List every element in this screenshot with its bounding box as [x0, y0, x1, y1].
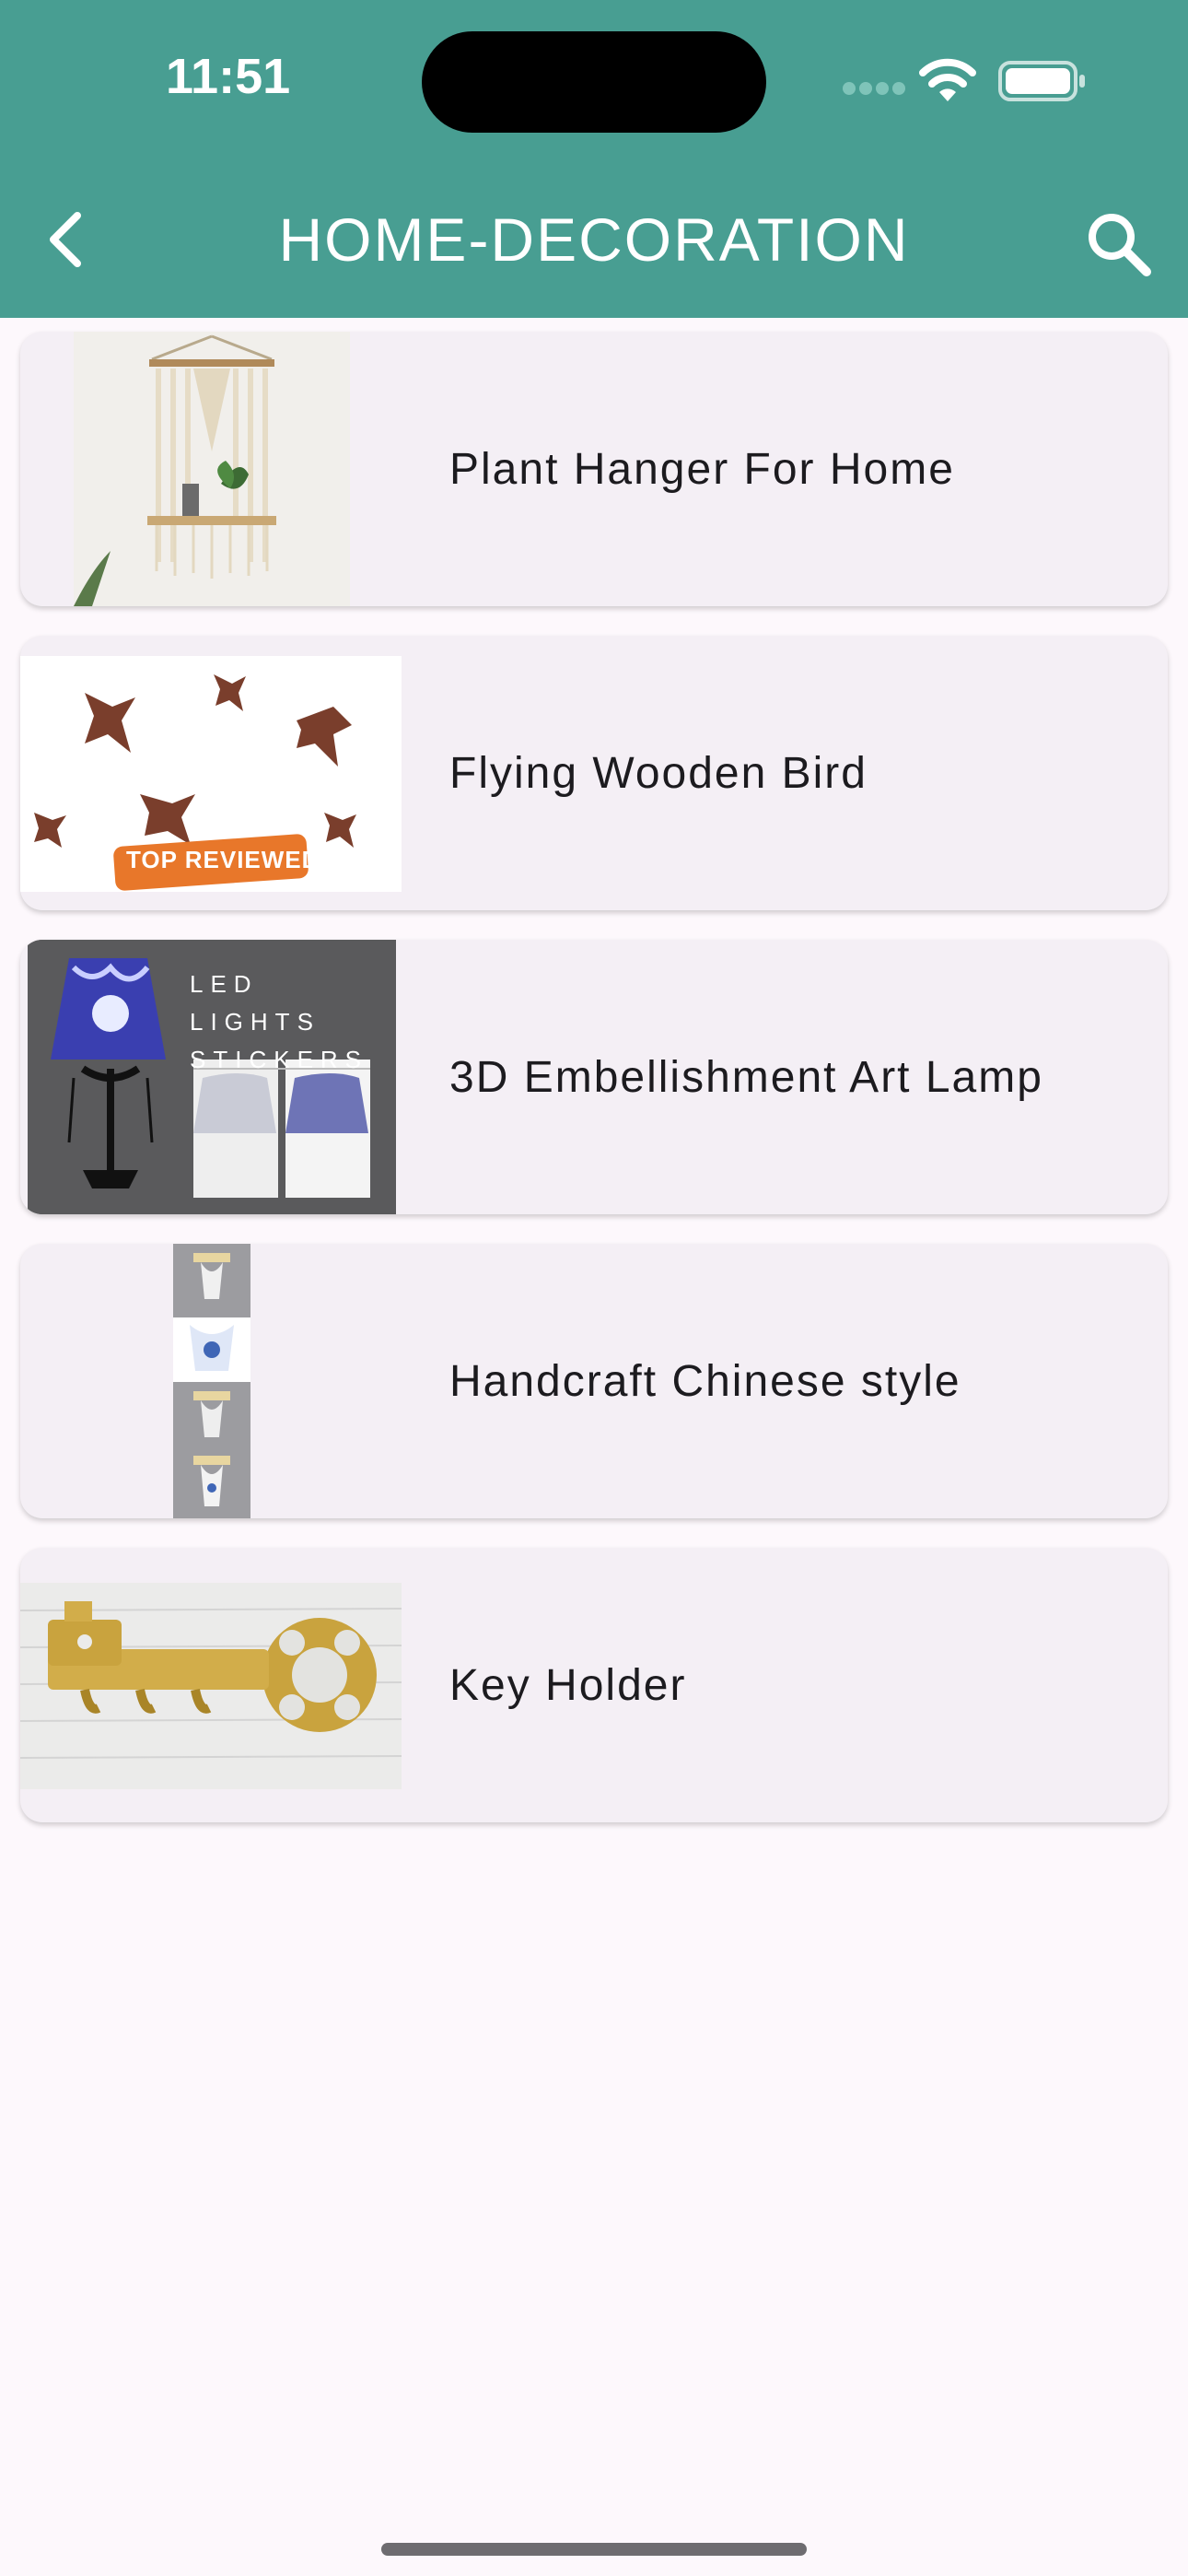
list-item[interactable]: Handcraft Chinese style [20, 1244, 1168, 1518]
dynamic-island [422, 31, 766, 133]
cellular-signal-icon [843, 82, 905, 95]
item-label: Plant Hanger For Home [449, 444, 955, 494]
product-image: TOP REVIEWED [20, 656, 402, 892]
list-item[interactable]: TOP REVIEWED Flying Wooden Bird [20, 636, 1168, 910]
product-image [20, 1583, 402, 1789]
list-item[interactable]: LED LIGHTS STICKERS 3D Embellishment Art… [20, 940, 1168, 1214]
image-badge: TOP REVIEWED [126, 846, 320, 873]
home-indicator[interactable] [381, 2543, 807, 2556]
search-icon [1089, 214, 1151, 276]
status-time: 11:51 [166, 49, 291, 104]
image-text: LED LIGHTS STICKERS [190, 970, 369, 1073]
search-button[interactable] [1077, 203, 1160, 286]
item-label: Key Holder [449, 1660, 687, 1710]
product-image: LED LIGHTS STICKERS [28, 940, 396, 1214]
product-image [74, 332, 350, 606]
item-label: Handcraft Chinese style [449, 1356, 961, 1406]
item-label: 3D Embellishment Art Lamp [449, 1052, 1043, 1102]
list-item[interactable]: Key Holder [20, 1548, 1168, 1822]
battery-icon [998, 61, 1085, 101]
wifi-icon [919, 58, 976, 101]
item-label: Flying Wooden Bird [449, 748, 868, 798]
product-image [173, 1244, 250, 1518]
page-title: HOME-DECORATION [278, 205, 910, 274]
list-item[interactable]: Plant Hanger For Home [20, 332, 1168, 606]
app-bar: 11:51 HOME-DECORATION [0, 0, 1188, 318]
